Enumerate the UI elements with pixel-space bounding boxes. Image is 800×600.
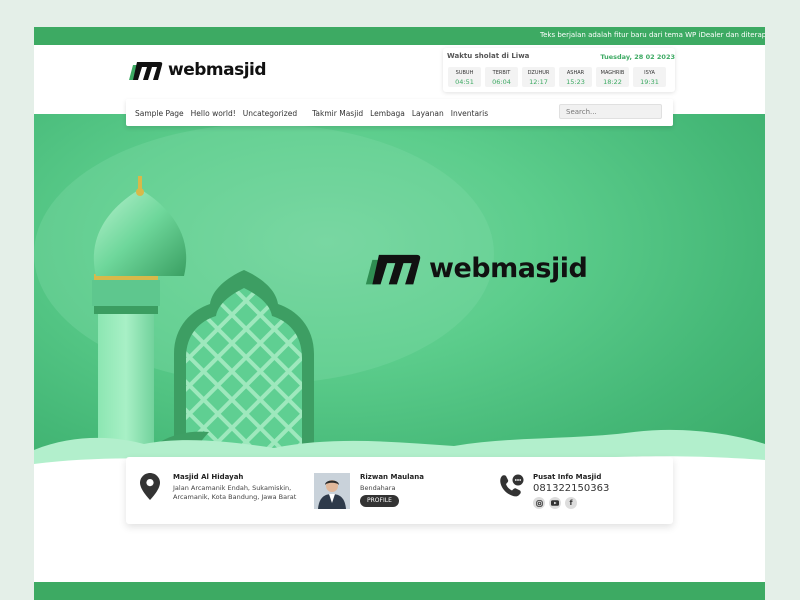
nav-item-sample-page[interactable]: Sample Page [135,109,184,118]
nav-item-takmir-masjid[interactable]: Takmir Masjid [312,109,363,118]
prayer-name: ISYA [644,70,655,76]
logo-mark-icon [365,254,421,285]
news-ticker: Teks berjalan adalah fitur baru dari tem… [34,27,765,45]
nav-item-layanan[interactable]: Layanan [412,109,444,118]
mosque-address: Jalan Arcamanik Endah, Sukamiskin, Arcam… [173,484,297,501]
nav-item-inventaris[interactable]: Inventaris [451,109,488,118]
prayer-time: 15:23 [566,78,585,86]
mosque-name: Masjid Al Hidayah [173,473,244,481]
prayer-slot-terbit: TERBIT 06:04 [485,67,518,87]
prayer-slot-isya: ISYA 19:31 [633,67,666,87]
ticker-text: Teks berjalan adalah fitur baru dari tem… [540,31,765,39]
prayer-time: 04:51 [455,78,474,86]
site-logo[interactable]: webmasjid [127,59,267,81]
prayer-name: TERBIT [492,70,511,76]
nav-item-hello-world[interactable]: Hello world! [191,109,236,118]
main-navigation: Sample Page Hello world! Uncategorized T… [126,99,673,126]
prayer-slot-subuh: SUBUH 04:51 [448,67,481,87]
prayer-name: ASHAR [566,70,585,76]
prayer-slot-maghrib: MAGHRIB 18:22 [596,67,629,87]
phone-icon [500,474,524,497]
contact-title: Pusat Info Masjid [533,473,602,481]
prayer-name: MAGHRIB [600,70,625,76]
prayer-date: Tuesday, 28 02 2023 [600,53,675,61]
facebook-icon[interactable]: f [565,497,577,509]
footer-bar [34,582,765,600]
prayer-name: DZUHUR [527,70,550,76]
search-input[interactable] [559,104,662,119]
social-links: f [533,497,577,509]
instagram-icon[interactable] [533,497,545,509]
prayer-slots: SUBUH 04:51 TERBIT 06:04 DZUHUR 12:17 ASHAR… [448,67,666,87]
logo-mark-icon [129,62,163,80]
mosque-illustration [34,124,765,480]
logo-text: webmasjid [168,60,267,80]
contact-phone[interactable]: 081322150363 [533,483,609,494]
person-role: Bendahara [360,484,396,492]
nav-item-lembaga[interactable]: Lembaga [370,109,405,118]
page-frame: Teks berjalan adalah fitur baru dari tem… [34,27,765,600]
prayer-slot-ashar: ASHAR 15:23 [559,67,592,87]
person-name: Rizwan Maulana [360,473,424,481]
prayer-time: 19:31 [640,78,659,86]
hero-banner [34,114,765,480]
prayer-time: 06:04 [492,78,511,86]
hero-logo: webmasjid [361,250,588,286]
prayer-times-widget: Waktu sholat di Liwa Tuesday, 28 02 2023… [443,48,675,92]
prayer-time: 12:17 [529,78,548,86]
prayer-location: Waktu sholat di Liwa [447,52,530,60]
info-card: Masjid Al Hidayah Jalan Arcamanik Endah,… [126,457,673,524]
location-pin-icon [140,473,160,500]
nav-menu: Sample Page Hello world! Uncategorized T… [135,109,495,118]
profile-button[interactable]: PROFILE [360,495,399,507]
hero-logo-text: webmasjid [429,252,588,284]
youtube-icon[interactable] [549,497,561,509]
prayer-time: 18:22 [603,78,622,86]
prayer-name: SUBUH [455,70,474,76]
avatar [314,473,350,509]
prayer-slot-dzuhur: DZUHUR 12:17 [522,67,555,87]
nav-item-uncategorized[interactable]: Uncategorized [243,109,297,118]
person-photo [314,473,350,509]
